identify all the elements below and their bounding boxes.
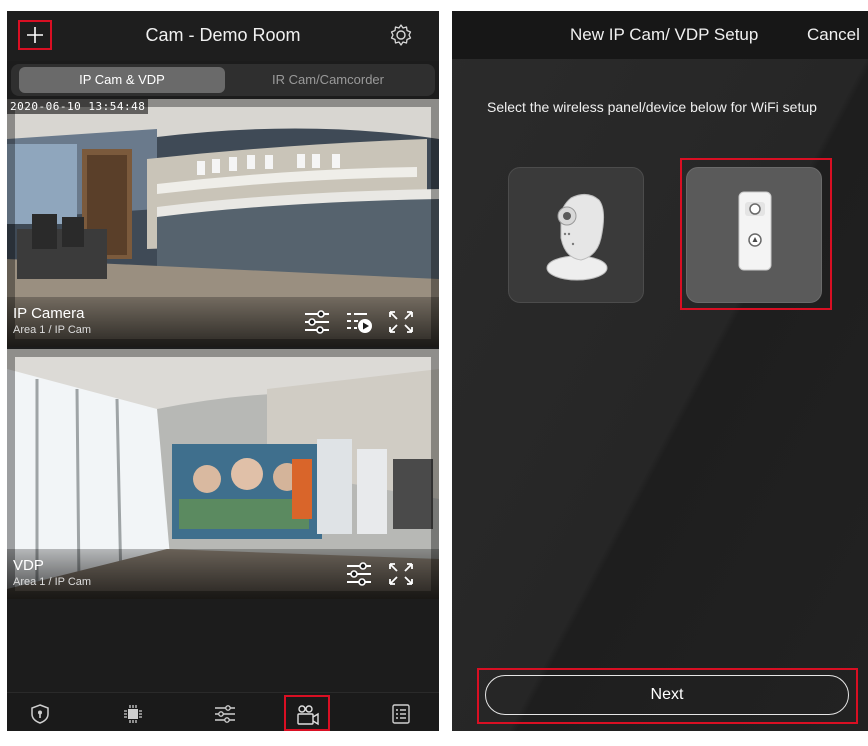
settings-button[interactable] bbox=[389, 23, 413, 52]
feed-settings-button[interactable] bbox=[345, 561, 373, 587]
cam-screen: Cam - Demo Room IP Cam & VDP IR Cam/Camc… bbox=[7, 11, 439, 731]
nav-devices[interactable] bbox=[111, 698, 157, 728]
page-title: New IP Cam/ VDP Setup bbox=[570, 25, 759, 44]
ip-camera-feed[interactable]: 2020-06-10 13:54:48 IP Camera Area 1 / I… bbox=[7, 99, 439, 347]
fullscreen-button[interactable] bbox=[387, 309, 415, 335]
camera-type-tabs: IP Cam & VDP IR Cam/Camcorder bbox=[11, 64, 435, 96]
setup-header: New IP Cam/ VDP Setup Cancel bbox=[452, 11, 868, 59]
feed-info-bar: VDP Area 1 / IP Cam bbox=[7, 549, 439, 599]
tab-ip-cam-vdp[interactable]: IP Cam & VDP bbox=[19, 67, 225, 93]
ip-camera-icon bbox=[546, 194, 608, 281]
sliders-icon bbox=[215, 705, 235, 723]
feed-name: VDP bbox=[13, 557, 44, 574]
fullscreen-button[interactable] bbox=[387, 561, 415, 587]
playback-icon bbox=[347, 313, 372, 333]
feed-settings-button[interactable] bbox=[303, 309, 331, 335]
video-camera-icon bbox=[297, 705, 319, 726]
next-button[interactable]: Next bbox=[485, 675, 849, 715]
fullscreen-icon bbox=[389, 563, 413, 585]
gear-icon bbox=[390, 24, 412, 46]
setup-instruction: Select the wireless panel/device below f… bbox=[487, 99, 817, 115]
selected-device-highlight bbox=[680, 158, 832, 310]
sliders-icon bbox=[305, 310, 329, 334]
nav-cameras[interactable] bbox=[284, 695, 330, 731]
setup-screen: New IP Cam/ VDP Setup Cancel Select the … bbox=[452, 11, 868, 731]
playback-button[interactable] bbox=[345, 309, 373, 335]
cam-header: Cam - Demo Room bbox=[7, 11, 439, 61]
page-title: Cam - Demo Room bbox=[145, 25, 301, 45]
feed-info-bar: IP Camera Area 1 / IP Cam bbox=[7, 297, 439, 347]
vdp-feed[interactable]: VDP Area 1 / IP Cam bbox=[7, 349, 439, 599]
feed-name: IP Camera bbox=[13, 305, 85, 322]
nav-automation[interactable] bbox=[203, 698, 249, 728]
fullscreen-icon bbox=[389, 311, 413, 333]
nav-security[interactable] bbox=[18, 698, 64, 728]
nav-list[interactable] bbox=[379, 698, 425, 728]
feed-subtitle: Area 1 / IP Cam bbox=[13, 576, 92, 588]
shield-icon bbox=[31, 704, 49, 724]
video-timestamp: 2020-06-10 13:54:48 bbox=[7, 99, 149, 114]
list-icon bbox=[392, 704, 410, 724]
chip-icon bbox=[124, 705, 142, 723]
cancel-button[interactable]: Cancel bbox=[807, 25, 860, 45]
sliders-icon bbox=[347, 562, 371, 586]
feed-subtitle: Area 1 / IP Cam bbox=[13, 324, 92, 336]
device-option-ip-camera[interactable] bbox=[508, 167, 644, 303]
bottom-navigation bbox=[7, 692, 439, 731]
tab-ir-cam-camcorder[interactable]: IR Cam/Camcorder bbox=[225, 67, 431, 93]
